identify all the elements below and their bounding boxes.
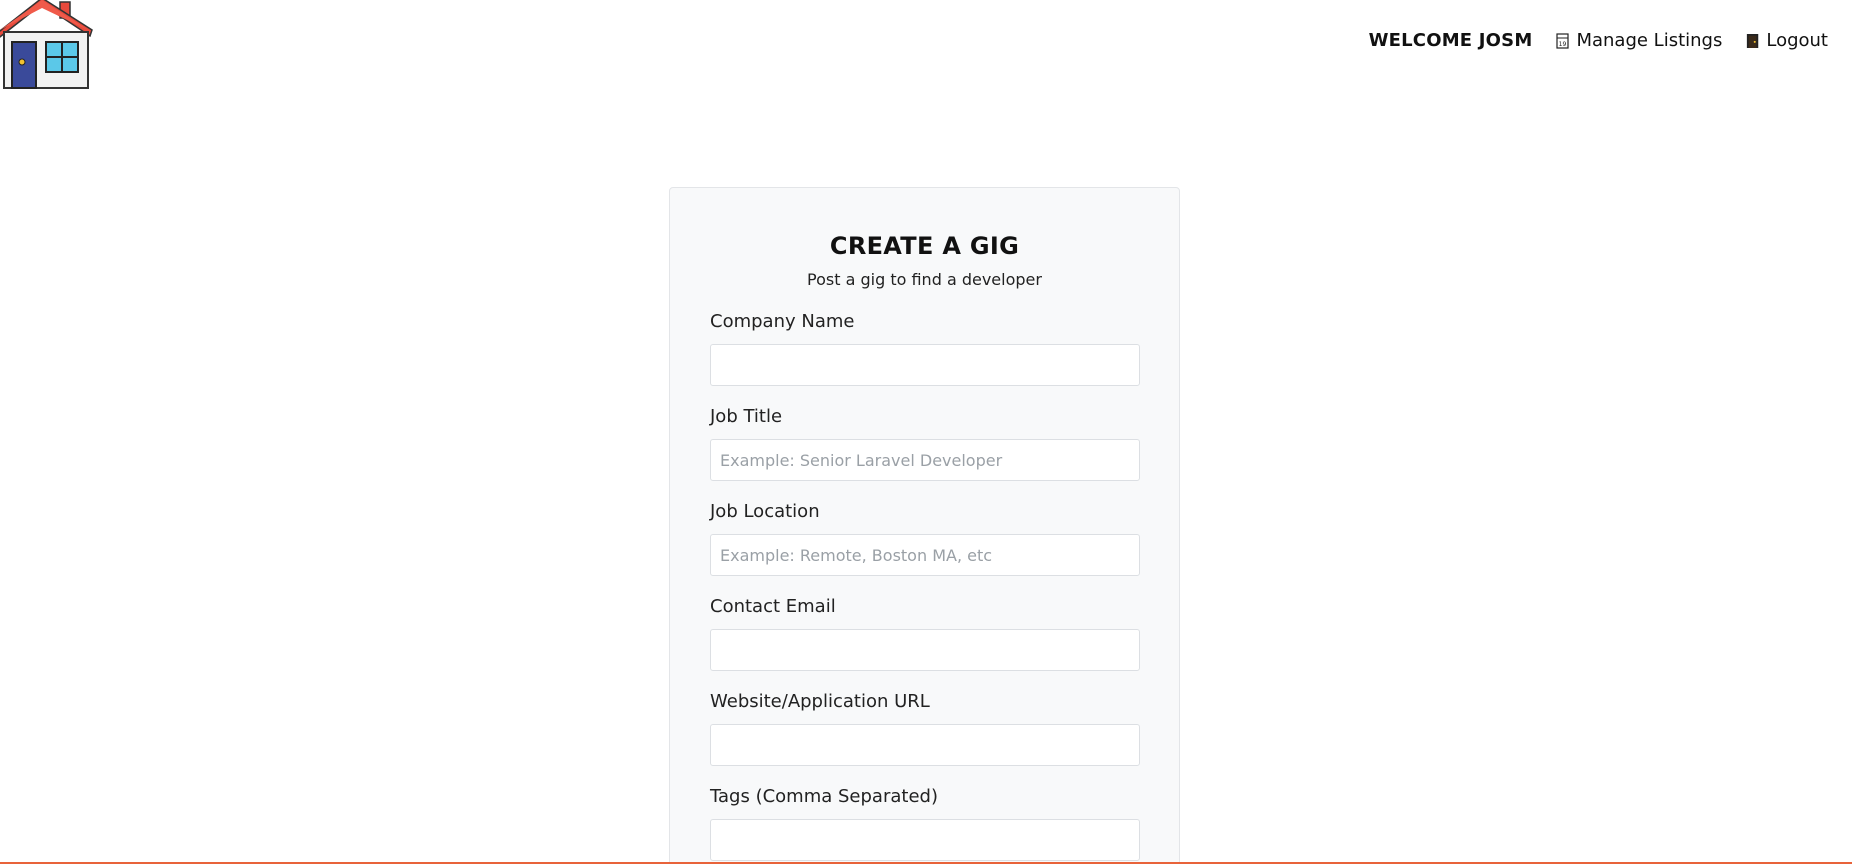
page-title: CREATE A GIG: [829, 232, 1020, 260]
job-title-label: Job Title: [710, 406, 783, 427]
welcome-text: WELCOME JOSM: [1368, 30, 1533, 51]
top-nav: WELCOME JOSM 19 Manage Listings Logout: [1369, 30, 1828, 51]
website-url-label: Website/Application URL: [710, 691, 930, 712]
manage-listings-label: Manage Listings: [1576, 30, 1723, 51]
contact-email-field: Contact Email: [710, 596, 1140, 671]
calendar-icon: 19: [1556, 32, 1570, 49]
website-url-field: Website/Application URL: [710, 691, 1140, 766]
company-name-field: Company Name: [710, 311, 1140, 386]
create-gig-card: CREATE A GIG Post a gig to find a develo…: [669, 187, 1180, 864]
page-subtitle: Post a gig to find a developer: [807, 270, 1042, 289]
company-name-input[interactable]: [710, 344, 1140, 386]
tags-field: Tags (Comma Separated): [710, 786, 1140, 861]
manage-listings-link[interactable]: 19 Manage Listings: [1556, 30, 1722, 51]
company-name-label: Company Name: [710, 311, 855, 332]
house-logo-icon[interactable]: [0, 0, 94, 92]
website-url-input[interactable]: [710, 724, 1140, 766]
door-icon: [1747, 33, 1759, 48]
contact-email-label: Contact Email: [710, 596, 836, 617]
gig-form: Company Name Job Title Job Location Cont…: [710, 311, 1140, 861]
job-location-label: Job Location: [710, 501, 820, 522]
job-title-field: Job Title: [710, 406, 1140, 481]
logout-link[interactable]: Logout: [1746, 30, 1828, 51]
tags-label: Tags (Comma Separated): [710, 786, 938, 807]
job-title-input[interactable]: [710, 439, 1140, 481]
svg-text:19: 19: [1559, 41, 1567, 48]
logout-label: Logout: [1766, 30, 1828, 51]
contact-email-input[interactable]: [710, 629, 1140, 671]
job-location-input[interactable]: [710, 534, 1140, 576]
page: WELCOME JOSM 19 Manage Listings Logout C…: [0, 0, 1852, 864]
tags-input[interactable]: [710, 819, 1140, 861]
job-location-field: Job Location: [710, 501, 1140, 576]
